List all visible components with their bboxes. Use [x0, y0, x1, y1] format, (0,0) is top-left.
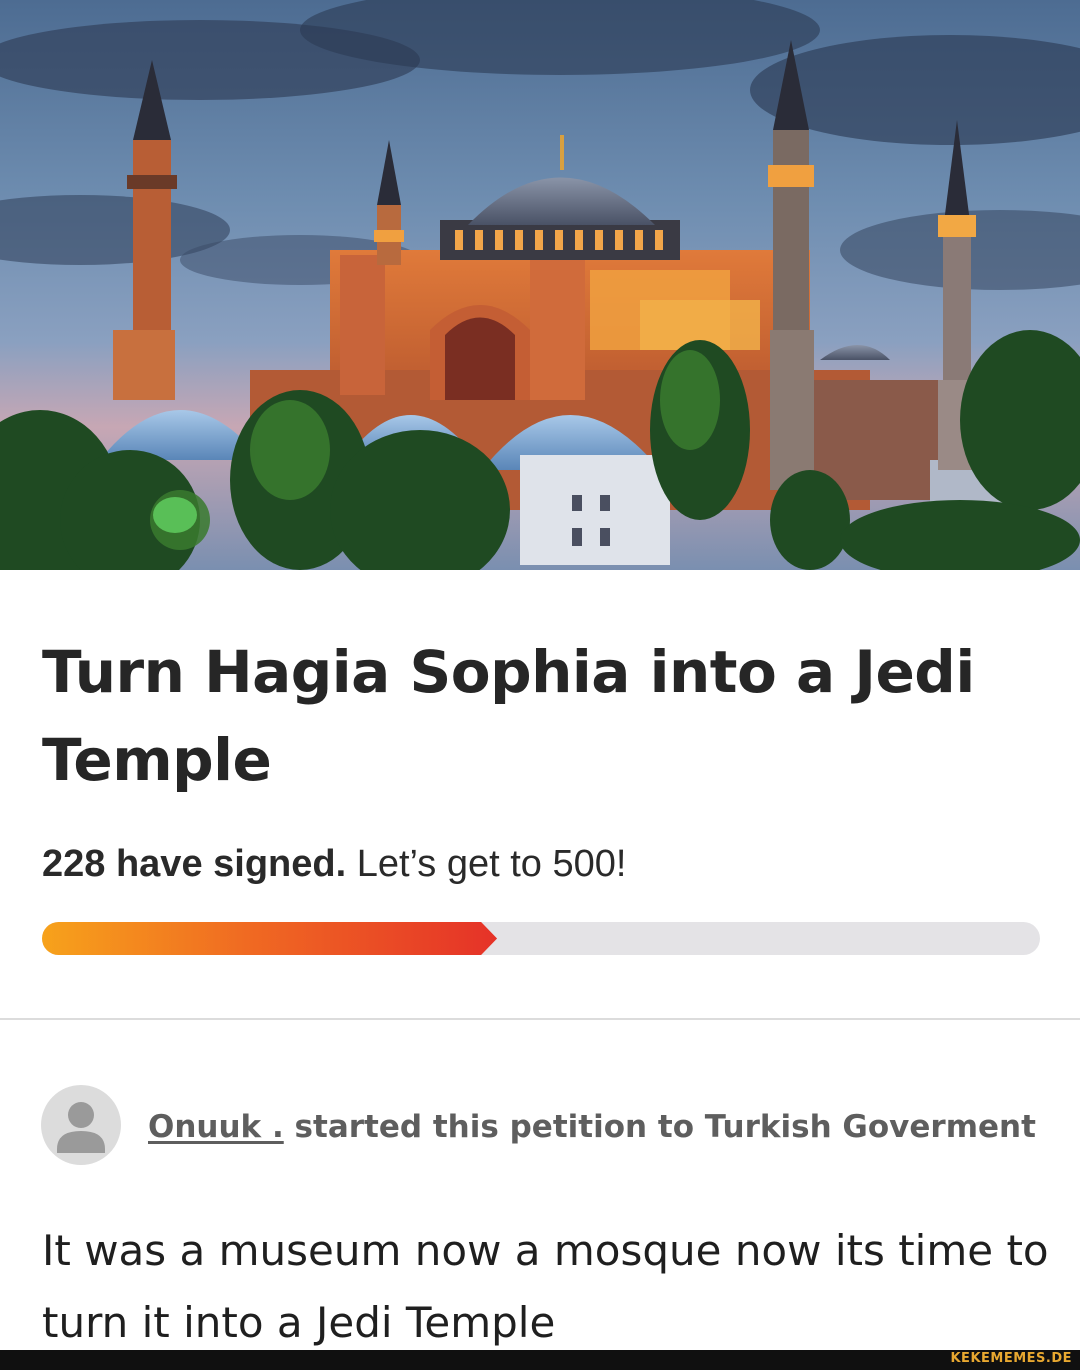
- petition-starter-line: Onuuk . started this petition to Turkish…: [148, 1105, 1036, 1149]
- watermark-bar: KEKEMEMES.DE: [0, 1350, 1080, 1370]
- signed-count: 228 have signed.: [42, 843, 347, 885]
- signature-progress-text: 228 have signed. Let’s get to 500!: [42, 838, 626, 890]
- petition-title: Turn Hagia Sophia into a Jedi Temple: [42, 638, 975, 794]
- user-silhouette-icon[interactable]: [41, 1085, 121, 1165]
- signature-goal: Let’s get to 500!: [346, 843, 627, 885]
- petition-description: It was a museum now a mosque now its tim…: [42, 1226, 1049, 1347]
- signature-progress-bar: [42, 922, 1040, 955]
- watermark-text: KEKEMEMES.DE: [950, 1351, 1072, 1366]
- starter-text: started this petition to Turkish Goverme…: [283, 1109, 1036, 1145]
- section-divider: [0, 1018, 1080, 1020]
- hero-image: [0, 0, 1080, 570]
- starter-name-link[interactable]: Onuuk .: [148, 1109, 284, 1145]
- signature-progress-fill: [42, 922, 497, 955]
